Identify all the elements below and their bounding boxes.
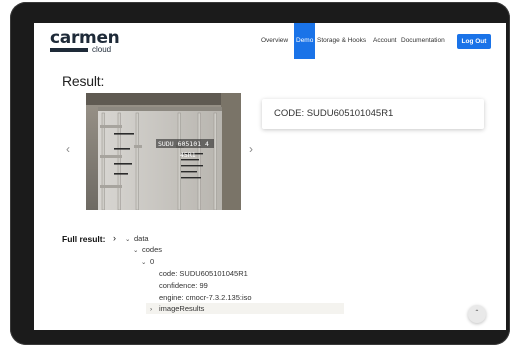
full-result-label: Full result: xyxy=(62,234,106,244)
code-value: CODE: SUDU605101045R1 xyxy=(274,108,394,119)
logo-subtitle: cloud xyxy=(92,45,112,54)
carmen-cloud-logo[interactable]: carmen cloud xyxy=(50,29,120,57)
full-result-toggle-icon[interactable]: › xyxy=(113,233,116,243)
tablet-frame: carmen cloud Overview Demo Storage & Hoo… xyxy=(10,2,510,345)
nav-account[interactable]: Account xyxy=(373,23,397,59)
tree-leaf-code: code: SUDU605101045R1 xyxy=(159,269,248,278)
svg-text:45R1: 45R1 xyxy=(180,151,196,159)
nav-documentation[interactable]: Documentation xyxy=(401,23,445,59)
tree-node-data[interactable]: ⌄ data xyxy=(125,234,149,245)
container-photo: SUDU 605101 4 45R1 xyxy=(86,93,241,210)
photo-overlay-text: SUDU 605101 4 xyxy=(158,140,209,148)
chevron-left-icon[interactable]: ‹ xyxy=(66,143,70,155)
chevron-right-icon[interactable]: › xyxy=(249,143,253,155)
tree-leaf-engine: engine: cmocr-7.3.2.135:iso xyxy=(159,293,252,302)
caret-down-icon: ⌄ xyxy=(133,247,139,254)
chevron-up-icon: ˆ xyxy=(475,309,479,318)
caret-down-icon: ⌄ xyxy=(141,259,147,266)
caret-right-icon: › xyxy=(150,306,153,313)
tree-node-0[interactable]: ⌄ 0 xyxy=(141,257,154,268)
nav-storage-hooks[interactable]: Storage & Hooks xyxy=(317,23,366,59)
code-result-card: CODE: SUDU605101045R1 xyxy=(262,99,484,129)
top-header: carmen cloud Overview Demo Storage & Hoo… xyxy=(34,23,506,59)
tree-leaf-confidence: confidence: 99 xyxy=(159,281,208,290)
tree-node-codes[interactable]: ⌄ codes xyxy=(133,245,162,256)
container-photo-image: SUDU 605101 4 45R1 xyxy=(86,93,241,210)
app-screen: carmen cloud Overview Demo Storage & Hoo… xyxy=(34,23,506,330)
logo-underline xyxy=(50,48,88,52)
caret-down-icon: ⌄ xyxy=(125,236,131,243)
tree-node-imageresults[interactable]: › imageResults xyxy=(150,304,204,315)
scroll-to-top-button[interactable]: ˆ xyxy=(468,305,486,323)
nav-overview[interactable]: Overview xyxy=(261,23,288,59)
result-title: Result: xyxy=(62,73,105,89)
logout-button[interactable]: Log Out xyxy=(457,34,491,49)
nav-demo[interactable]: Demo xyxy=(294,23,316,59)
